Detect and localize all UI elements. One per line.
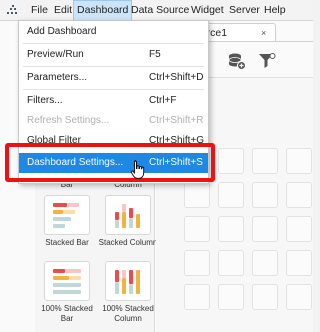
grid-cell bbox=[252, 284, 278, 310]
close-icon[interactable]: × bbox=[261, 24, 266, 42]
app-grid-icon[interactable] bbox=[7, 5, 19, 17]
menu-item-parameters[interactable]: Parameters... Ctrl+Shift+D bbox=[19, 68, 208, 88]
chart-label-100-stacked-bar: 100% Stacked Bar bbox=[41, 304, 93, 323]
grid-cell bbox=[286, 182, 312, 208]
grid-cell bbox=[218, 148, 244, 174]
grid-cell bbox=[252, 250, 278, 276]
grid-cell bbox=[218, 284, 244, 310]
designer-toolbar bbox=[205, 42, 313, 78]
grid-cell bbox=[286, 148, 312, 174]
menu-file[interactable]: File bbox=[28, 0, 51, 21]
grid-cell bbox=[286, 216, 312, 242]
menu-data-source[interactable]: Data Source bbox=[128, 0, 192, 21]
menu-separator bbox=[23, 43, 204, 44]
grid-cell bbox=[252, 216, 278, 242]
chart-tile-100-stacked-column[interactable] bbox=[105, 261, 151, 301]
menu-item-refresh-settings: Refresh Settings... Ctrl+Shift+R bbox=[27, 115, 204, 126]
menu-separator bbox=[23, 89, 204, 90]
chart-tile-stacked-column[interactable] bbox=[105, 195, 151, 235]
grid-cell bbox=[252, 182, 278, 208]
grid-cell bbox=[218, 216, 244, 242]
grid-cell bbox=[286, 250, 312, 276]
menu-item-filters[interactable]: Filters... Ctrl+F bbox=[19, 91, 208, 111]
menu-help[interactable]: Help bbox=[261, 0, 289, 21]
highlight-annotation bbox=[5, 143, 215, 182]
chart-label-stacked-bar: Stacked Bar bbox=[45, 238, 89, 247]
chart-tile-stacked-bar[interactable] bbox=[44, 195, 90, 235]
grid-cell bbox=[184, 182, 210, 208]
menu-item-add-dashboard[interactable]: Add Dashboard bbox=[19, 22, 208, 42]
menu-widget[interactable]: Widget bbox=[188, 0, 227, 21]
hand-cursor-icon bbox=[131, 160, 145, 179]
grid-cell bbox=[286, 284, 312, 310]
filter-icon[interactable] bbox=[258, 52, 276, 70]
grid-cell bbox=[184, 284, 210, 310]
grid-cell bbox=[218, 182, 244, 208]
database-add-icon[interactable] bbox=[228, 52, 246, 70]
grid-cell bbox=[218, 250, 244, 276]
menu-separator bbox=[23, 66, 204, 67]
menu-server[interactable]: Server bbox=[226, 0, 263, 21]
chart-label-stacked-column: Stacked Column bbox=[98, 238, 158, 247]
menu-bar: File Edit Dashboard Data Source Widget S… bbox=[0, 0, 313, 21]
grid-cell bbox=[252, 148, 278, 174]
menu-item-preview-run[interactable]: Preview/Run F5 bbox=[19, 45, 208, 65]
menu-dashboard[interactable]: Dashboard bbox=[73, 0, 133, 21]
grid-cell bbox=[184, 250, 210, 276]
grid-cell bbox=[184, 216, 210, 242]
chart-label-100-stacked-column: 100% Stacked Column bbox=[102, 304, 154, 323]
menu-edit[interactable]: Edit bbox=[51, 0, 75, 21]
chart-tile-100-stacked-bar[interactable] bbox=[44, 261, 90, 301]
